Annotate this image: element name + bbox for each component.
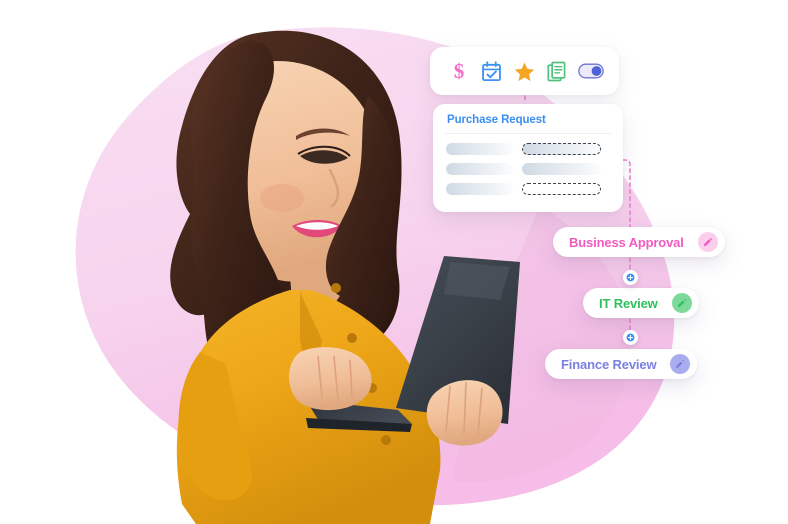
svg-text:$: $ [453,59,464,83]
hair-back [170,30,402,362]
step-label: Business Approval [569,234,684,250]
field-input-filled[interactable] [522,163,601,175]
eyelash [297,145,351,157]
cheek [260,184,304,212]
button [331,283,341,293]
illustration-stage: $ Purchase Request Business Approval IT … [0,0,788,524]
blouse [176,290,441,524]
field-label-placeholder [446,143,513,155]
hand-left [288,347,372,411]
button [347,333,357,343]
card-field-rows [433,134,623,195]
field-input-filled-dashed[interactable] [522,143,601,155]
sleeve [178,352,252,501]
field-row [446,143,610,155]
card-title: Purchase Request [447,114,546,126]
field-label-placeholder [446,183,513,195]
step-label: Finance Review [561,356,657,372]
workflow-connectors [524,95,631,347]
pencil-icon [703,238,712,246]
workflow-step-it-review[interactable]: IT Review [583,288,699,318]
eyebrow [296,128,350,140]
hair-front-right [325,96,399,348]
blob-shape [75,27,675,506]
workflow-step-finance-review[interactable]: Finance Review [545,349,698,379]
person-with-laptop-photo [170,30,520,524]
field-row [446,163,610,175]
pencil-icon [676,360,685,368]
edit-step-button[interactable] [671,293,692,313]
field-label-placeholder [446,163,513,175]
field-input-empty-dashed[interactable] [522,183,601,195]
hair-front-left [190,40,282,390]
purchase-request-card[interactable]: Purchase Request [433,104,623,212]
toggle-icon[interactable] [577,58,604,84]
finger [445,381,483,435]
hand-right [426,380,503,446]
pencil-icon [677,299,686,307]
nose [328,168,340,208]
button [381,435,391,445]
star-icon[interactable] [512,58,538,84]
button [367,383,377,393]
face [213,60,381,282]
eye [300,150,348,164]
workflow-icon-toolbar[interactable]: $ [430,47,619,95]
step-label: IT Review [599,295,658,311]
collar [300,292,322,398]
workflow-step-business-approval[interactable]: Business Approval [553,227,725,257]
laptop-lid-highlight [444,262,510,300]
edit-step-button[interactable] [697,232,718,252]
laptop-lid [396,256,520,424]
laptop-base-edge [306,418,412,432]
lips [292,220,342,238]
plus-icon [626,333,635,342]
plus-icon [626,273,635,282]
background-blob [75,27,675,506]
calendar-icon[interactable] [479,58,505,84]
teeth [296,222,338,230]
dollar-icon[interactable]: $ [446,58,472,84]
field-row [446,183,610,195]
add-step-node-2[interactable] [623,330,638,345]
neck [288,244,352,304]
document-icon[interactable] [545,58,571,84]
finger [317,355,353,401]
add-step-node-1[interactable] [623,270,638,285]
edit-step-button[interactable] [670,354,691,374]
laptop-base [306,400,412,426]
